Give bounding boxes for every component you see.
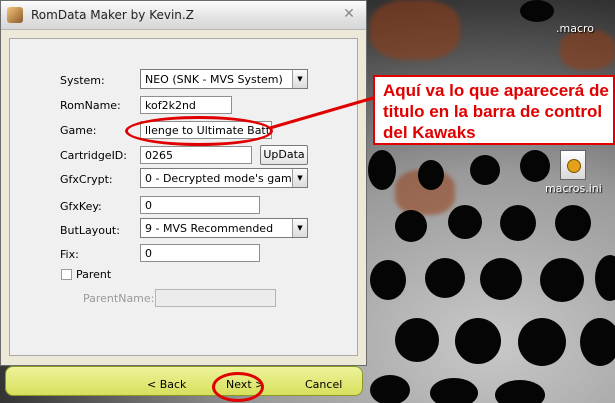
annotation-note: Aquí va lo que aparecerá de titulo en la… bbox=[373, 75, 615, 145]
annotation-arrow bbox=[269, 94, 381, 130]
annotation-text: Aquí va lo que aparecerá de titulo en la… bbox=[383, 81, 609, 142]
